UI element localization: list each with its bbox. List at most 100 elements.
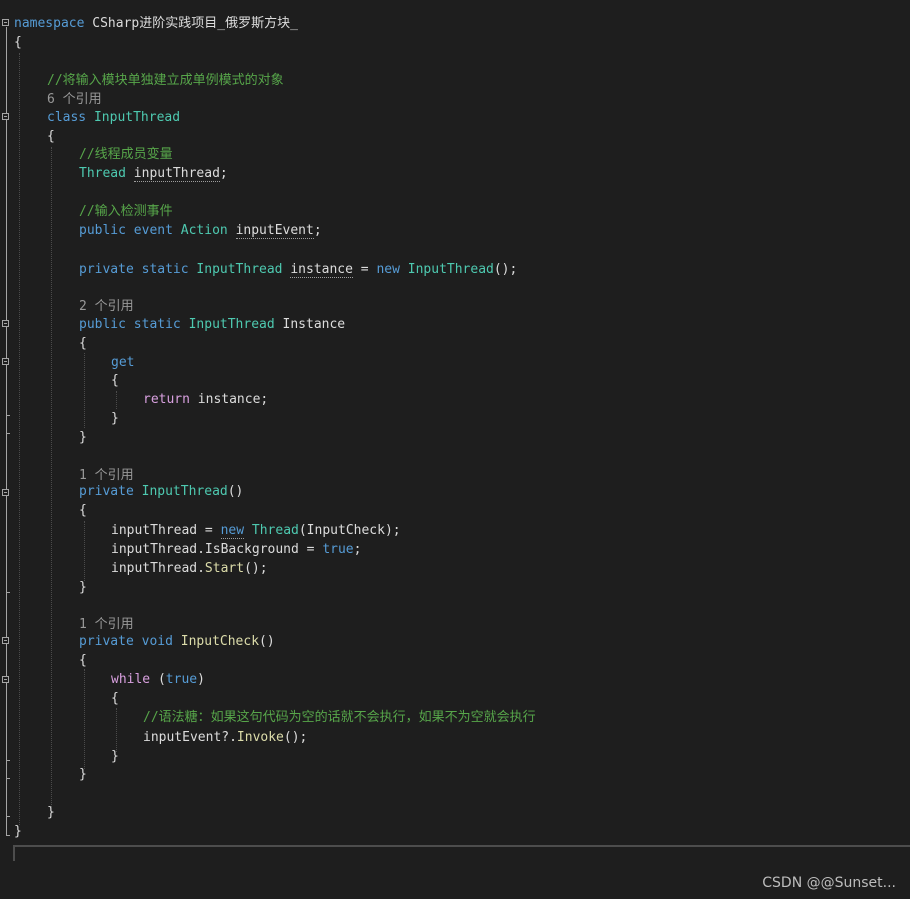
- code-line[interactable]: while (true): [111, 670, 205, 689]
- code-line[interactable]: inputThread.Start();: [111, 559, 268, 578]
- comment[interactable]: //线程成员变量: [79, 145, 173, 164]
- code-line[interactable]: private void InputCheck(): [79, 632, 275, 651]
- code-line[interactable]: {: [79, 334, 87, 353]
- code-line[interactable]: return instance;: [143, 390, 268, 409]
- comment[interactable]: //语法糖：如果这句代码为空的话就不会执行，如果不为空就会执行: [143, 708, 536, 727]
- code-line[interactable]: }: [79, 578, 87, 597]
- keyword: new: [220, 523, 245, 539]
- property-name: Instance: [274, 317, 346, 332]
- keyword: public: [79, 317, 126, 332]
- comment[interactable]: //输入检测事件: [79, 202, 173, 221]
- keyword: true: [165, 672, 198, 687]
- type-name: InputThread: [188, 262, 283, 277]
- indent-guide: [116, 391, 117, 409]
- indent-guide: [19, 53, 20, 825]
- collapse-get-accessor-icon[interactable]: [2, 358, 9, 365]
- punctuation: (: [150, 672, 166, 687]
- punctuation: ();: [283, 730, 308, 745]
- keyword: static: [133, 262, 189, 277]
- collapse-while-icon[interactable]: [2, 676, 9, 683]
- code-line[interactable]: {: [111, 371, 119, 390]
- code-line[interactable]: }: [111, 409, 119, 428]
- expression: inputThread.IsBackground =: [111, 542, 323, 557]
- collapse-constructor-icon[interactable]: [2, 489, 9, 496]
- keyword: namespace: [14, 16, 85, 31]
- expression: (InputCheck);: [298, 523, 401, 538]
- keyword: private: [79, 484, 134, 499]
- code-line[interactable]: private static InputThread instance = ne…: [79, 260, 517, 279]
- field-name: inputEvent: [235, 223, 314, 239]
- keyword: new: [376, 262, 400, 277]
- punctuation: ;: [219, 166, 228, 181]
- keyword: private: [79, 262, 134, 277]
- code-line[interactable]: class InputThread: [47, 108, 180, 127]
- indent-guide: [84, 353, 85, 428]
- code-line[interactable]: namespace CSharp进阶实践项目_俄罗斯方块_: [14, 14, 298, 33]
- operator: =: [352, 262, 377, 277]
- code-line[interactable]: }: [79, 428, 87, 447]
- punctuation: (): [259, 634, 275, 649]
- keyword: class: [47, 110, 87, 125]
- code-line[interactable]: {: [47, 127, 55, 146]
- collapse-inputcheck-icon[interactable]: [2, 637, 9, 644]
- punctuation: ();: [493, 262, 518, 277]
- watermark: CSDN @@Sunset...: [762, 875, 896, 891]
- expression: instance;: [189, 392, 269, 407]
- punctuation: ();: [244, 561, 268, 576]
- type-name: InputThread: [399, 262, 494, 277]
- horizontal-scrollbar[interactable]: [13, 845, 910, 861]
- code-line[interactable]: get: [111, 353, 134, 372]
- reference-count-codelens[interactable]: 2 个引用: [79, 297, 134, 316]
- method-name: InputCheck: [172, 634, 260, 649]
- keyword: true: [322, 542, 354, 557]
- expression: inputThread =: [111, 523, 221, 538]
- namespace-name: CSharp进阶实践项目_俄罗斯方块_: [84, 16, 298, 31]
- punctuation: ;: [353, 542, 362, 557]
- field-name: instance: [290, 262, 353, 278]
- punctuation: (): [227, 484, 244, 499]
- code-line[interactable]: }: [111, 747, 119, 766]
- expression: inputThread.: [111, 561, 205, 576]
- collapse-instance-property-icon[interactable]: [2, 320, 9, 327]
- code-editor[interactable]: namespace CSharp进阶实践项目_俄罗斯方块_ { //将输入模块单…: [0, 0, 910, 845]
- expression: inputEvent?.: [143, 730, 237, 745]
- type-name: Action: [172, 223, 228, 238]
- collapse-namespace-icon[interactable]: [2, 19, 9, 26]
- comment[interactable]: //将输入模块单独建立成单例模式的对象: [47, 71, 284, 90]
- field-name: inputThread: [133, 166, 220, 182]
- keyword: while: [111, 672, 151, 687]
- code-line[interactable]: inputThread = new Thread(InputCheck);: [111, 521, 401, 540]
- indent-guide: [84, 669, 85, 769]
- type-name: InputThread: [133, 484, 228, 499]
- keyword: static: [125, 317, 181, 332]
- code-line[interactable]: {: [79, 651, 87, 670]
- indent-guide: [84, 521, 85, 581]
- type-name: Thread: [79, 166, 126, 181]
- reference-count-codelens[interactable]: 6 个引用: [47, 90, 102, 109]
- code-line[interactable]: public static InputThread Instance: [79, 315, 345, 334]
- collapse-class-icon[interactable]: [2, 113, 9, 120]
- keyword: void: [133, 634, 173, 649]
- code-line[interactable]: Thread inputThread;: [79, 164, 228, 183]
- keyword: return: [143, 392, 190, 407]
- type-name: InputThread: [180, 317, 275, 332]
- keyword: public: [79, 223, 126, 238]
- punctuation: ): [197, 672, 205, 687]
- code-line[interactable]: }: [14, 822, 22, 841]
- keyword: event: [125, 223, 173, 238]
- indent-guide: [116, 708, 117, 752]
- method-name: Invoke: [236, 730, 284, 745]
- code-line[interactable]: }: [47, 803, 55, 822]
- class-name: InputThread: [86, 110, 181, 125]
- code-line[interactable]: {: [14, 33, 22, 52]
- method-name: Start: [204, 561, 245, 576]
- indent-guide: [51, 147, 52, 807]
- code-line[interactable]: inputThread.IsBackground = true;: [111, 540, 361, 559]
- code-line[interactable]: private InputThread(): [79, 482, 243, 501]
- code-line[interactable]: inputEvent?.Invoke();: [143, 728, 307, 747]
- code-line[interactable]: {: [79, 501, 87, 520]
- code-line[interactable]: {: [111, 689, 119, 708]
- code-line[interactable]: public event Action inputEvent;: [79, 221, 322, 240]
- code-line[interactable]: }: [79, 765, 87, 784]
